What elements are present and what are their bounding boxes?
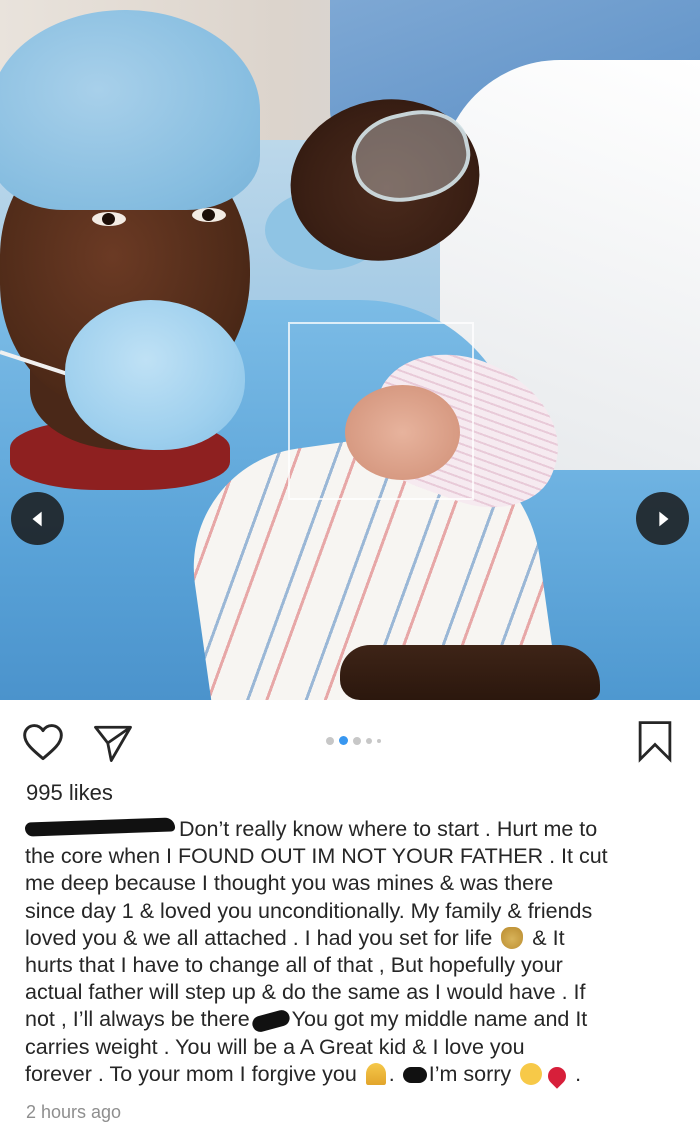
man-surgical-cap: [0, 10, 260, 210]
carousel-prev-button[interactable]: [11, 492, 64, 545]
focus-frame: [288, 322, 474, 500]
caption-line: actual father will step up & do the same…: [25, 980, 586, 1005]
carousel-dot: [366, 737, 372, 744]
chevron-right-icon: [658, 511, 668, 526]
send-icon: [94, 725, 132, 762]
caption-line: since day 1 & loved you unconditionally.…: [25, 898, 593, 923]
chevron-left-icon: [32, 511, 42, 526]
save-button[interactable]: [632, 718, 678, 764]
redacted-emoji: [402, 1067, 427, 1084]
post-photo[interactable]: [0, 0, 700, 700]
carousel-dot-active: [339, 736, 348, 745]
caption-line: loved you & we all attached . I had you …: [25, 925, 565, 950]
bookmark-icon: [638, 721, 672, 763]
man-eye-left: [92, 212, 126, 226]
post-timestamp: 2 hours ago: [26, 1102, 122, 1122]
action-bar: [0, 700, 700, 780]
caption-line: not , I’ll always be there You got my mid…: [25, 1007, 588, 1034]
share-button[interactable]: [90, 720, 136, 766]
redacted-username: [24, 817, 176, 837]
caption: Don’t really know where to start . Hurt …: [24, 816, 685, 1089]
hand: [340, 645, 600, 700]
money-bag-emoji: [501, 926, 524, 949]
caption-line: forever . To your mom I forgive you . I’…: [25, 1061, 685, 1089]
like-button[interactable]: [20, 720, 66, 766]
caption-line: Don’t really know where to start . Hurt …: [24, 816, 685, 843]
heart-icon: [23, 724, 63, 761]
caption-line: me deep because I thought you was mines …: [25, 871, 554, 896]
pensive-face-emoji: [520, 1062, 543, 1085]
carousel-dot: [326, 736, 334, 745]
caption-line: hurts that I have to change all of that …: [25, 953, 563, 978]
carousel-dot: [377, 738, 381, 743]
caption-line: the core when I FOUND OUT IM NOT YOUR FA…: [25, 844, 608, 869]
likes-count[interactable]: 995 likes: [26, 780, 113, 806]
redacted-emoji: [250, 1008, 292, 1034]
broken-heart-emoji: [544, 1063, 570, 1089]
caption-line: carries weight . You will be a A Great k…: [25, 1034, 525, 1059]
carousel-next-button[interactable]: [636, 492, 689, 545]
carousel-dot: [353, 736, 361, 745]
carousel-dots: [326, 736, 381, 745]
man-eye-right: [192, 208, 226, 222]
folded-hands-emoji: [365, 1062, 386, 1085]
